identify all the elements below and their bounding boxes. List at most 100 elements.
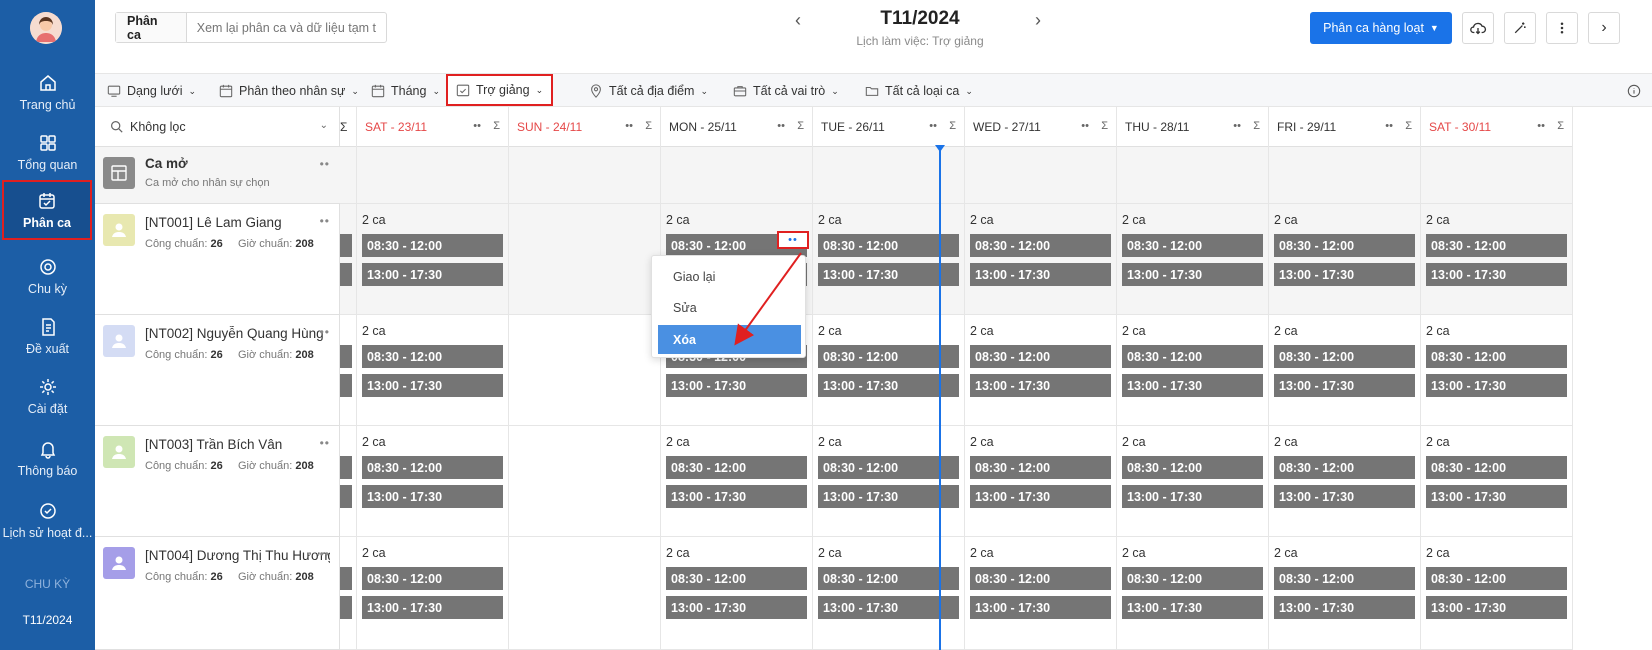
staff-row[interactable]: [NT002] Nguyễn Quang Hùng Công chuẩn: 26… [95,315,340,426]
shift-block[interactable]: 13:00 - 17:30 [362,596,503,619]
segment-input[interactable] [186,20,386,35]
shift-block[interactable]: 08:30 - 12:00 [818,234,959,257]
day-cell[interactable] [509,426,660,537]
shift-block[interactable]: 08:30 - 12:00 [818,567,959,590]
sigma-icon[interactable]: Σ [340,120,347,134]
shift-block[interactable]: 08:30 - 12:00 [970,456,1111,479]
staff-row[interactable]: [NT001] Lê Lam Giang Công chuẩn: 26 Giờ … [95,204,340,315]
user-avatar[interactable] [30,12,62,44]
shift-block[interactable]: 08:30 - 12:00 [1122,567,1263,590]
shift-block[interactable]: 13:00 - 17:30 [1274,596,1415,619]
shift-block[interactable]: 08:30 - 12:00 [362,345,503,368]
day-header[interactable]: SAT - 30/11 •• Σ [1421,107,1572,147]
day-cell[interactable] [340,315,356,426]
row-more-icon[interactable]: •• [320,214,330,228]
day-header-actions[interactable]: •• Σ [1233,120,1260,132]
day-header[interactable]: FRI - 29/11 •• Σ [1269,107,1420,147]
more-dots-icon[interactable]: •• [777,120,785,132]
shift-block[interactable]: 13:00 - 17:30 [1274,374,1415,397]
shift-block[interactable]: 13:00 - 17:30 [1122,596,1263,619]
more-dots-icon[interactable]: •• [1537,120,1545,132]
day-header-actions[interactable]: •• Σ [1537,120,1564,132]
shift-block[interactable]: 13:00 - 17:30 [362,485,503,508]
shift-block[interactable]: 08:30 - 12:00 [666,456,807,479]
open-shift-row[interactable]: Ca mở Ca mở cho nhân sự chọn •• [95,147,340,204]
shift-block[interactable]: 13:00 - 17:30 [818,485,959,508]
sidebar-item-home[interactable]: Trang chủ [0,62,95,122]
sidebar-item-overview[interactable]: Tổng quan [0,122,95,182]
row-more-icon[interactable]: •• [320,547,330,561]
row-more-icon[interactable]: •• [320,325,330,339]
shift-block[interactable]: 13:00 - 17:30 [818,596,959,619]
shift-block[interactable]: 13:00 - 17:30 [818,263,959,286]
shift-block[interactable]: 08:30 - 12:00 [818,456,959,479]
shift-block[interactable] [340,596,352,619]
shift-more-button[interactable]: •• [777,231,809,249]
shift-block[interactable]: 13:00 - 17:30 [666,596,807,619]
sidebar-item-shift[interactable]: Phân ca [2,180,92,240]
sidebar-cycle-value[interactable]: T11/2024 [0,613,95,627]
shift-block[interactable]: 13:00 - 17:30 [970,374,1111,397]
filter-by-staff[interactable]: Phân theo nhân sự ⌄ [219,74,359,108]
shift-block[interactable]: 13:00 - 17:30 [970,485,1111,508]
filter-role[interactable]: Tất cả vai trò ⌄ [733,74,839,108]
shift-block[interactable]: 13:00 - 17:30 [1122,263,1263,286]
open-shift-cell[interactable] [1269,147,1420,204]
day-cell[interactable] [340,204,356,315]
filter-shift-type[interactable]: Tất cả loại ca ⌄ [865,74,973,108]
open-shift-cell[interactable] [661,147,812,204]
sigma-icon[interactable]: Σ [949,120,956,132]
shift-block[interactable] [340,485,352,508]
sigma-icon[interactable]: Σ [645,120,652,132]
filter-location[interactable]: Tất cả địa điểm ⌄ [589,74,708,108]
shift-block[interactable] [340,345,352,368]
day-header[interactable]: MON - 25/11 •• Σ [661,107,812,147]
next-month-icon[interactable]: › [1035,10,1041,31]
staff-name[interactable]: [NT001] Lê Lam Giang [145,215,330,230]
day-header-actions[interactable]: •• Σ [1081,120,1108,132]
staff-row[interactable]: [NT003] Trần Bích Vân Công chuẩn: 26 Giờ… [95,426,340,537]
shift-block[interactable]: 08:30 - 12:00 [1122,456,1263,479]
staff-name[interactable]: [NT004] Dương Thị Thu Hương [145,548,330,563]
shift-block[interactable]: 13:00 - 17:30 [666,485,807,508]
day-cell[interactable] [509,315,660,426]
shift-block[interactable]: 08:30 - 12:00 [970,567,1111,590]
shift-block[interactable]: 08:30 - 12:00 [1426,567,1567,590]
day-cell[interactable] [340,537,356,650]
sidebar-item-notifications[interactable]: Thông báo [0,428,95,488]
day-header-actions[interactable]: •• Σ [1385,120,1412,132]
open-shift-cell[interactable] [509,147,660,204]
bulk-shift-button[interactable]: Phân ca hàng loạt ▼ [1310,12,1452,44]
shift-block[interactable] [340,567,352,590]
day-header-actions[interactable]: •• Σ [929,120,956,132]
shift-block[interactable]: 13:00 - 17:30 [970,263,1111,286]
day-header[interactable]: SUN - 24/11 •• Σ [509,107,660,147]
menu-item-delete[interactable]: Xóa [658,325,801,354]
segment-label[interactable]: Phân ca [116,13,187,42]
shift-block[interactable]: 08:30 - 12:00 [666,567,807,590]
shift-block[interactable]: 13:00 - 17:30 [666,374,807,397]
shift-block[interactable]: 08:30 - 12:00 [970,345,1111,368]
sidebar-item-proposal[interactable]: Đề xuất [0,306,95,366]
shift-block[interactable] [340,374,352,397]
shift-block[interactable]: 08:30 - 12:00 [1122,234,1263,257]
open-shift-cell[interactable] [1117,147,1268,204]
shift-block[interactable] [340,263,352,286]
open-shift-cell[interactable] [813,147,964,204]
filter-view-mode[interactable]: Dạng lưới ⌄ [107,74,196,108]
shift-block[interactable]: 08:30 - 12:00 [362,567,503,590]
staff-name[interactable]: [NT003] Trần Bích Vân [145,437,330,452]
shift-block[interactable]: 13:00 - 17:30 [1274,485,1415,508]
day-header[interactable]: TUE - 26/11 •• Σ [813,107,964,147]
shift-block[interactable]: 08:30 - 12:00 [1274,234,1415,257]
sigma-icon[interactable]: Σ [493,120,500,132]
day-cell[interactable] [340,426,356,537]
menu-item-reassign[interactable]: Giao lại [658,262,801,291]
open-shift-cell[interactable] [965,147,1116,204]
more-dots-icon[interactable]: •• [625,120,633,132]
shift-block[interactable]: 13:00 - 17:30 [1274,263,1415,286]
day-header[interactable]: WED - 27/11 •• Σ [965,107,1116,147]
more-dots-icon[interactable]: •• [1233,120,1241,132]
shift-block[interactable]: 08:30 - 12:00 [362,456,503,479]
shift-block[interactable]: 13:00 - 17:30 [818,374,959,397]
